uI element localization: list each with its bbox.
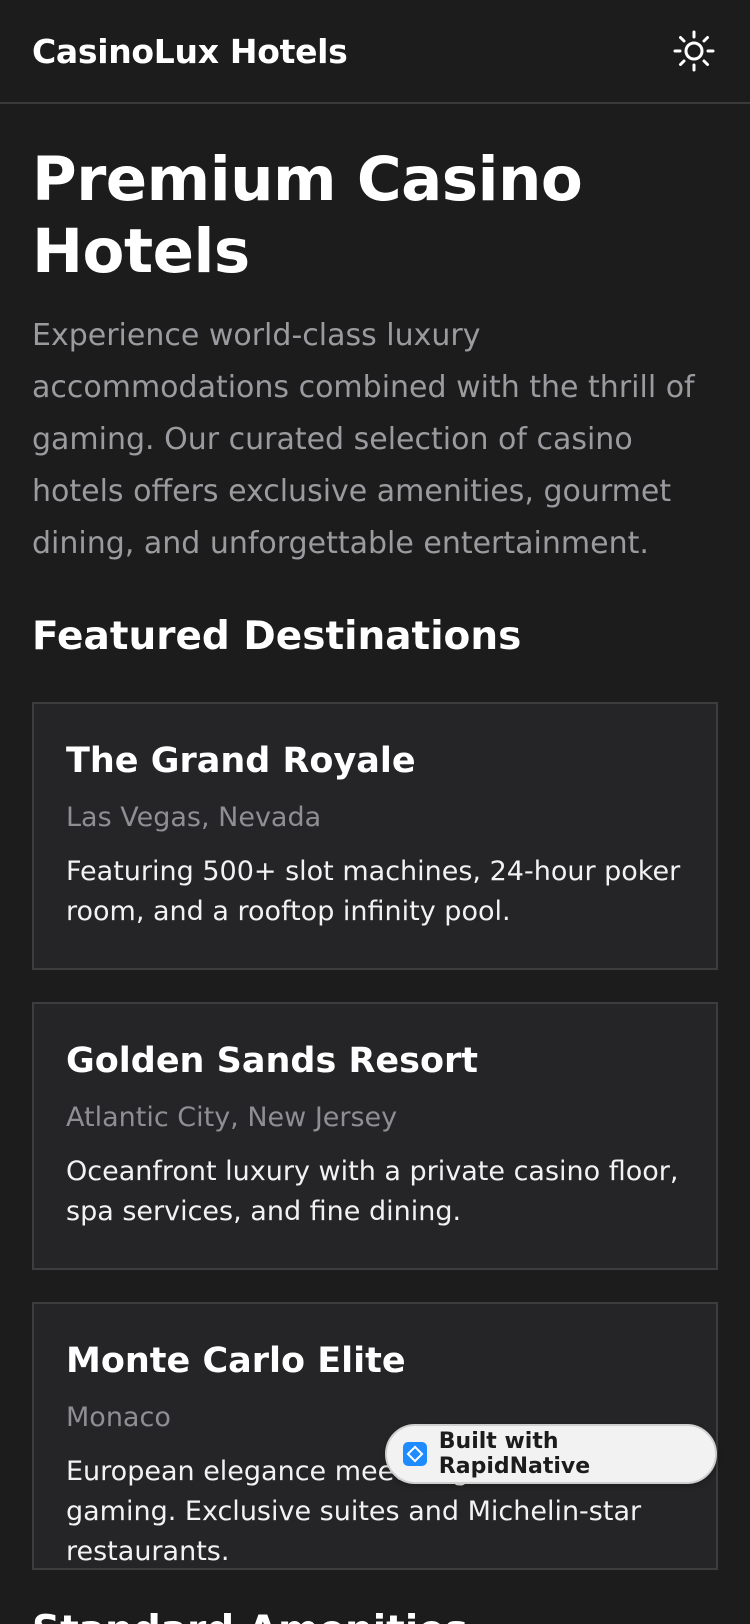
app-screen: CasinoLux Hotels Premium Casino Hotels E…	[0, 0, 750, 1624]
built-with-badge[interactable]: Built with RapidNative	[385, 1424, 717, 1484]
card-location: Las Vegas, Nevada	[66, 802, 322, 833]
card-location: Atlantic City, New Jersey	[66, 1102, 398, 1133]
amenities-section-title: Standard Amenities	[32, 1602, 718, 1624]
top-bar: CasinoLux Hotels	[0, 0, 750, 104]
theme-toggle-button[interactable]	[670, 27, 718, 75]
destination-card[interactable]: The Grand Royale Las Vegas, Nevada Featu…	[32, 702, 718, 970]
featured-section-title: Featured Destinations	[32, 614, 522, 659]
card-title: The Grand Royale	[66, 741, 416, 781]
main-content: Premium Casino Hotels Experience world-c…	[0, 104, 750, 1624]
badge-label: Built with RapidNative	[438, 1429, 591, 1479]
card-title: Monte Carlo Elite	[66, 1341, 406, 1381]
card-description: Featuring 500+ slot machines, 24-hour po…	[66, 856, 681, 927]
destination-card[interactable]: Golden Sands Resort Atlantic City, New J…	[32, 1002, 718, 1270]
hero-description: Experience world-class luxury accommodat…	[32, 318, 695, 561]
sun-icon	[673, 30, 715, 72]
brand-title: CasinoLux Hotels	[32, 31, 348, 71]
rapidnative-logo-icon	[403, 1442, 427, 1466]
hero-title: Premium Casino Hotels	[32, 144, 583, 287]
card-description: Oceanfront luxury with a private casino …	[66, 1156, 679, 1227]
card-title: Golden Sands Resort	[66, 1041, 479, 1081]
